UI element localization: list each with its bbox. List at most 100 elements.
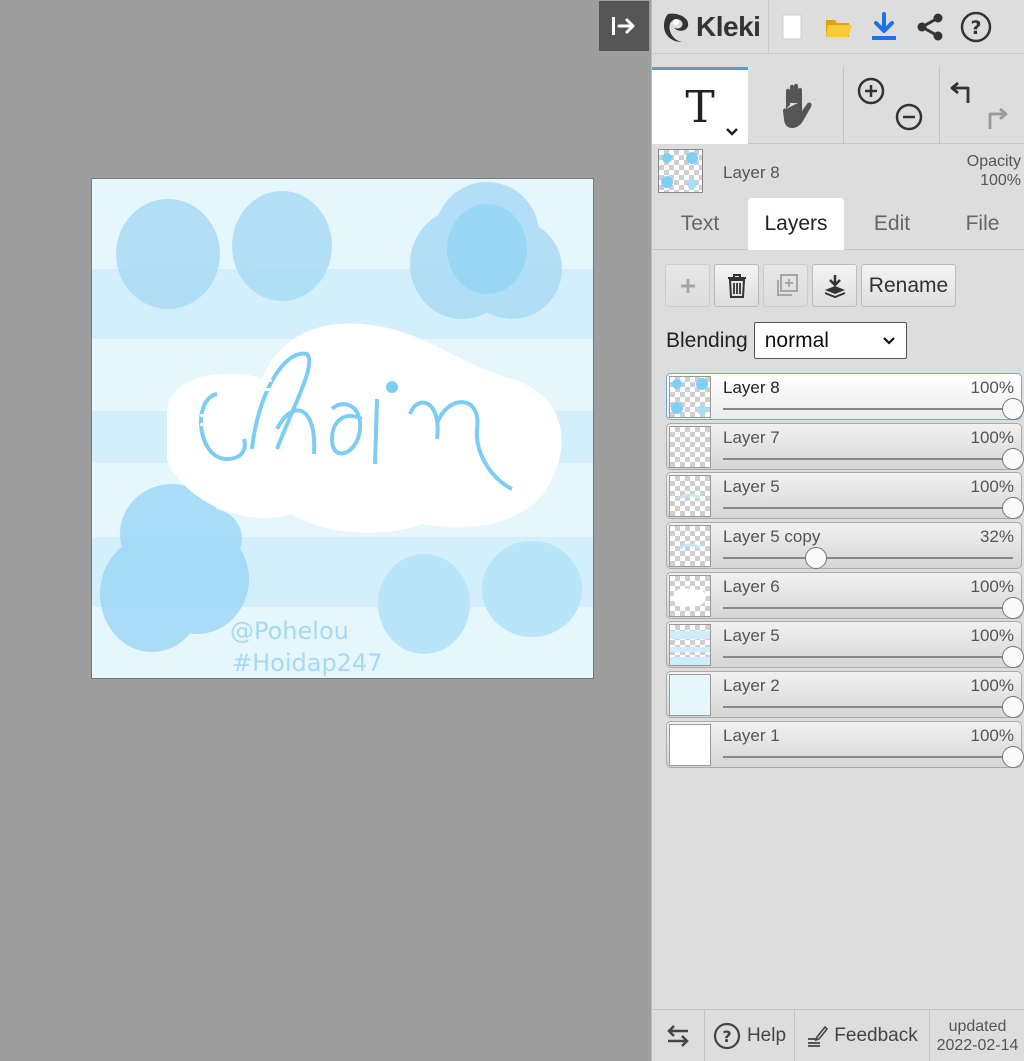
panel-footer: ? Help Feedback updated 2022-02-14 [652, 1009, 1024, 1061]
save-image-button[interactable] [861, 0, 907, 54]
zoom-in-icon[interactable] [856, 76, 886, 106]
layer-opacity: 100% [970, 477, 1014, 497]
help-button[interactable]: ? [953, 0, 999, 54]
layer-opacity: 32% [979, 527, 1014, 547]
slider-knob[interactable] [1002, 646, 1024, 669]
tab-file[interactable]: File [940, 198, 1024, 250]
share-button[interactable] [907, 0, 953, 54]
current-layer-thumbnail [658, 149, 703, 193]
layer-name: Layer 6 [723, 576, 780, 596]
app-brand[interactable]: Kleki [652, 0, 770, 54]
side-panel: Kleki ? T Layer 8 Opacity 100% Text Laye… [651, 0, 1024, 1061]
layer-row[interactable]: Layer 8 100% [666, 373, 1024, 420]
opacity-label: Opacity [966, 153, 1021, 170]
watermark-handle: @Pohelou [230, 617, 349, 645]
trash-icon [727, 273, 746, 298]
layer-row[interactable]: Layer 5 copy 32% [666, 522, 1022, 570]
hand-tool-button[interactable] [748, 67, 844, 144]
blending-value: normal [764, 328, 829, 352]
slider-knob[interactable] [1002, 696, 1024, 719]
layer-thumbnail [669, 376, 711, 418]
help-link[interactable]: ? Help [705, 1010, 795, 1061]
undo-icon[interactable] [948, 77, 978, 107]
text-tool-icon: T [685, 81, 715, 133]
swap-icon [667, 1024, 689, 1047]
layer-list: Layer 8 100% Layer 7 100% Layer 5 100% Layer 5… [666, 373, 1024, 771]
feedback-link[interactable]: Feedback [795, 1010, 930, 1061]
download-icon [872, 11, 897, 40]
slider-knob[interactable] [1002, 745, 1024, 768]
layer-opacity: 100% [970, 626, 1014, 646]
layer-opacity-slider[interactable] [723, 507, 1013, 510]
top-toolbar: Kleki ? [652, 0, 1024, 54]
collapse-panel-button[interactable] [599, 1, 649, 51]
layer-opacity-slider[interactable] [723, 408, 1013, 410]
help-icon: ? [713, 1022, 741, 1049]
layer-opacity-slider[interactable] [723, 606, 1013, 609]
layer-opacity-slider[interactable] [723, 755, 1013, 758]
layer-opacity-slider[interactable] [723, 656, 1013, 659]
kleki-logo-icon [664, 13, 689, 42]
updated-label: updated [948, 1017, 1007, 1035]
layer-thumbnail [669, 723, 711, 766]
zoom-controls [844, 67, 940, 144]
blending-select[interactable]: normal [753, 322, 907, 359]
current-layer-name: Layer 8 [723, 163, 780, 182]
layer-row[interactable]: Layer 2 100% [666, 671, 1024, 719]
help-label: Help [746, 1024, 787, 1046]
layer-name: Layer 8 [723, 378, 780, 397]
feedback-pen-icon [808, 1025, 829, 1047]
swap-side-button[interactable] [652, 1010, 705, 1061]
chevron-down-icon [882, 336, 895, 345]
layer-opacity: 100% [970, 427, 1014, 447]
redo-icon[interactable] [980, 103, 1012, 133]
layer-opacity-slider[interactable] [723, 557, 1013, 560]
layer-thumbnail [669, 674, 711, 717]
merge-down-button[interactable] [812, 264, 857, 307]
delete-layer-button[interactable] [714, 264, 759, 307]
slider-knob[interactable] [1002, 447, 1024, 470]
blending-row: Blending normal [666, 322, 907, 359]
drawing-canvas[interactable]: @Pohelou #Hoidap247 [91, 178, 594, 679]
layer-name: Layer 5 [723, 626, 780, 646]
layer-row[interactable]: Layer 7 100% [666, 422, 1024, 470]
new-image-button[interactable] [769, 0, 815, 54]
watermark-hashtag: #Hoidap247 [232, 649, 383, 677]
tab-layers[interactable]: Layers [748, 198, 844, 250]
slider-knob[interactable] [804, 547, 827, 570]
merge-down-icon [824, 274, 845, 298]
share-icon [917, 13, 943, 40]
slider-knob[interactable] [1002, 497, 1024, 520]
layer-opacity: 100% [970, 576, 1014, 596]
layer-row[interactable]: Layer 5 100% [666, 472, 1024, 520]
layer-opacity-slider[interactable] [723, 706, 1013, 709]
folder-icon [826, 19, 853, 37]
history-controls [940, 67, 1024, 144]
add-layer-button[interactable] [665, 264, 710, 307]
text-tool-button[interactable]: T [652, 67, 748, 144]
layer-name: Layer 7 [723, 427, 780, 447]
open-image-button[interactable] [815, 0, 861, 54]
layer-opacity: 100% [970, 378, 1014, 397]
layer-thumbnail [669, 525, 711, 568]
duplicate-layer-button[interactable] [763, 264, 808, 307]
tab-text[interactable]: Text [652, 198, 748, 250]
layer-row[interactable]: Layer 1 100% [666, 720, 1024, 768]
blending-label: Blending [666, 328, 748, 352]
updated-info: updated 2022-02-14 [930, 1010, 1024, 1061]
layer-name: Layer 1 [723, 725, 780, 745]
canvas-workspace[interactable]: @Pohelou #Hoidap247 [0, 0, 651, 1061]
slider-knob[interactable] [1002, 596, 1024, 619]
tool-row: T [652, 67, 1024, 144]
layer-actions: Rename [665, 264, 956, 307]
layer-row[interactable]: Layer 5 100% [666, 621, 1024, 669]
chevron-down-icon[interactable] [724, 126, 740, 138]
layer-opacity-slider[interactable] [723, 457, 1013, 460]
slider-knob[interactable] [1002, 398, 1024, 420]
svg-text:?: ? [722, 1027, 731, 1046]
rename-layer-button[interactable]: Rename [861, 264, 956, 307]
layer-row[interactable]: Layer 6 100% [666, 571, 1024, 619]
plus-icon [680, 278, 695, 293]
tab-edit[interactable]: Edit [844, 198, 940, 250]
zoom-out-icon[interactable] [894, 102, 924, 132]
